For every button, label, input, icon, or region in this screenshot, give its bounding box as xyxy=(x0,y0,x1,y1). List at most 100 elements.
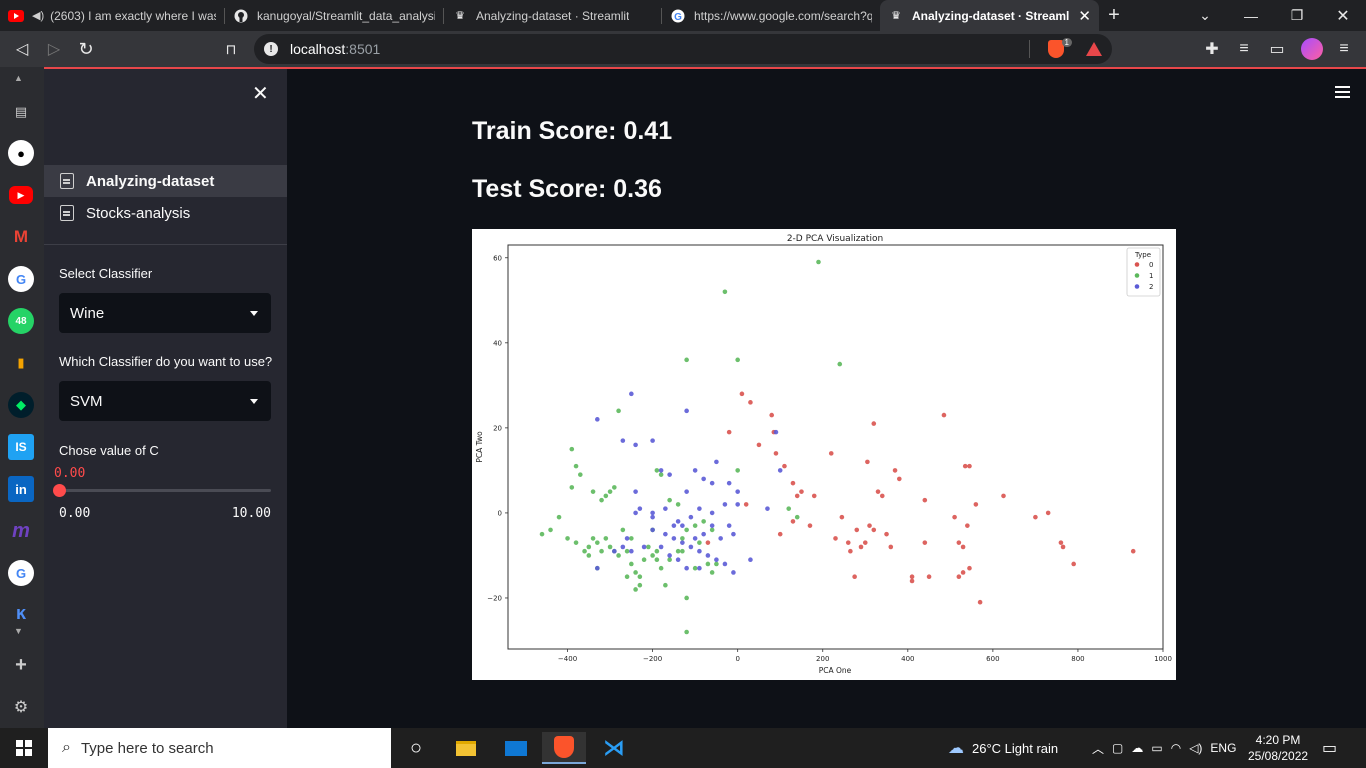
scatter-point-type-0 xyxy=(888,544,894,550)
battery-icon[interactable]: ▭ xyxy=(1151,741,1162,755)
scatter-point-type-2 xyxy=(709,523,715,528)
windows-start-icon[interactable] xyxy=(2,732,46,764)
scatter-point-type-0 xyxy=(960,570,966,575)
scatter-point-type-1 xyxy=(722,289,728,295)
reload-icon[interactable]: ↻ xyxy=(70,33,102,65)
mongodb-icon[interactable]: ◆ xyxy=(8,392,34,418)
pca-scatter-plot: 2-D PCA Visualization PCA One PCA Two −4… xyxy=(472,229,1176,680)
vscode-icon[interactable]: ⋊ xyxy=(592,732,636,764)
gmail-icon[interactable]: M xyxy=(8,224,34,250)
minimize-button[interactable]: — xyxy=(1228,0,1274,31)
scatter-point-type-1 xyxy=(667,557,672,562)
app-menu-icon[interactable] xyxy=(1335,86,1350,98)
scatter-point-type-0 xyxy=(875,489,881,494)
legend-marker xyxy=(1134,273,1140,278)
nav-item-stocks-analysis[interactable]: Stocks-analysis xyxy=(44,197,287,229)
linkedin-icon[interactable]: in xyxy=(8,476,34,502)
scatter-point-type-1 xyxy=(637,574,643,580)
scroll-down-icon[interactable]: ▼ xyxy=(14,626,23,636)
info-icon[interactable]: ! xyxy=(264,42,278,56)
streamlit-crown-icon: ♛ xyxy=(891,10,901,22)
nav-item-analyzing-dataset[interactable]: Analyzing-dataset xyxy=(44,165,287,197)
youtube-icon[interactable]: ▶ xyxy=(9,186,33,204)
browser-tab[interactable]: ♛ Analyzing-dataset · Streamlit xyxy=(444,0,661,31)
scatter-point-type-1 xyxy=(658,565,664,571)
extensions-icon[interactable]: ✚ xyxy=(1196,33,1228,65)
scatter-point-type-1 xyxy=(675,502,681,507)
scatter-point-type-2 xyxy=(633,442,638,448)
add-panel-icon[interactable]: + xyxy=(8,652,34,678)
interviewstreet-icon[interactable]: IS xyxy=(8,434,34,460)
scatter-point-type-1 xyxy=(786,506,792,511)
github-icon[interactable]: ● xyxy=(8,140,34,166)
weather-widget[interactable]: ☁ 26°C Light rain xyxy=(948,728,1058,768)
c-slider-min: 0.00 xyxy=(59,506,91,521)
back-icon[interactable]: ◁ xyxy=(6,33,38,65)
meet-now-icon[interactable]: ▢ xyxy=(1112,741,1123,755)
scatter-point-type-1 xyxy=(539,531,545,537)
file-explorer-icon[interactable] xyxy=(444,732,488,764)
show-hidden-icons-chevron-icon[interactable]: ︿ xyxy=(1092,740,1104,757)
dataset-select[interactable]: Wine xyxy=(59,293,271,333)
scatter-point-type-0 xyxy=(782,463,787,469)
mail-icon[interactable] xyxy=(494,732,538,764)
wifi-icon[interactable]: ◠ xyxy=(1171,741,1181,755)
scatter-point-type-2 xyxy=(675,557,681,562)
google-icon[interactable]: G xyxy=(8,266,34,292)
forward-icon[interactable]: ▷ xyxy=(38,33,70,65)
google-icon[interactable]: G xyxy=(8,560,34,586)
browser-tab[interactable]: kanugoyal/Streamlit_data_analysis xyxy=(225,0,443,31)
settings-gear-icon[interactable]: ⚙ xyxy=(8,694,34,720)
y-tick-label: 60 xyxy=(493,254,502,262)
notifications-icon[interactable]: ▭ xyxy=(1322,728,1337,768)
brave-rewards-icon[interactable] xyxy=(1086,42,1102,56)
scatter-point-type-1 xyxy=(684,629,689,635)
close-tab-icon[interactable]: ✕ xyxy=(1078,7,1091,25)
profile-avatar[interactable] xyxy=(1296,33,1328,65)
reading-list-icon[interactable]: ▤ xyxy=(8,99,34,125)
media-queue-icon[interactable]: ≡ xyxy=(1228,33,1260,65)
close-sidebar-icon[interactable]: ✕ xyxy=(252,81,269,106)
scroll-up-icon[interactable]: ▲ xyxy=(14,73,23,83)
c-slider-thumb[interactable] xyxy=(53,484,66,497)
browser-tab[interactable]: ◀) (2603) I am exactly where I was xyxy=(0,0,224,31)
bookmark-icon[interactable]: ⊓ xyxy=(215,33,247,65)
onedrive-icon[interactable]: ☁ xyxy=(1131,741,1143,755)
scatter-point-type-1 xyxy=(586,553,592,558)
scatter-point-type-2 xyxy=(624,536,630,541)
scatter-point-type-1 xyxy=(616,408,621,414)
scatter-point-type-2 xyxy=(692,468,698,473)
y-tick-label: 40 xyxy=(493,339,502,347)
whatsapp-icon[interactable]: 48 xyxy=(8,308,34,334)
close-window-button[interactable]: ✕ xyxy=(1320,0,1366,31)
c-slider-track[interactable] xyxy=(59,489,271,492)
taskbar-search-box[interactable]: ⌕ Type here to search xyxy=(48,728,391,768)
analytics-icon[interactable]: ▮ xyxy=(8,350,34,376)
x-tick-label: −200 xyxy=(643,655,662,663)
address-bar[interactable]: ! localhost:8501 1 xyxy=(254,34,1112,64)
new-tab-button[interactable]: + xyxy=(1099,0,1129,31)
tab-search-chevron-icon[interactable]: ⌄ xyxy=(1182,0,1228,31)
k-app-icon[interactable]: ĸ xyxy=(8,600,34,626)
browser-menu-icon[interactable]: ≡ xyxy=(1328,33,1360,65)
m-app-icon[interactable]: m xyxy=(8,518,34,544)
restore-button[interactable]: ❐ xyxy=(1274,0,1320,31)
taskbar-clock[interactable]: 4:20 PM 25/08/2022 xyxy=(1248,728,1308,768)
scatter-point-type-2 xyxy=(641,544,647,550)
browser-tab-active[interactable]: ♛ Analyzing-dataset · Streamlit ✕ xyxy=(880,0,1099,31)
classifier-select[interactable]: SVM xyxy=(59,381,271,421)
scatter-point-type-2 xyxy=(658,468,664,473)
browser-tab[interactable]: G https://www.google.com/search?q xyxy=(662,0,880,31)
scatter-point-type-1 xyxy=(607,489,613,494)
input-language[interactable]: ENG xyxy=(1210,741,1236,755)
scatter-point-type-2 xyxy=(714,459,719,465)
wallet-icon[interactable]: ▭ xyxy=(1261,33,1293,65)
x-tick-label: 800 xyxy=(1071,655,1084,663)
brave-browser-icon[interactable] xyxy=(542,732,586,764)
scatter-point-type-2 xyxy=(595,565,600,571)
speaker-icon[interactable]: ◁) xyxy=(1189,741,1202,755)
cortana-icon[interactable]: ○ xyxy=(394,732,438,764)
y-tick-label: 20 xyxy=(493,424,502,432)
scatter-point-type-0 xyxy=(960,544,966,550)
y-tick-label: 0 xyxy=(498,509,502,517)
